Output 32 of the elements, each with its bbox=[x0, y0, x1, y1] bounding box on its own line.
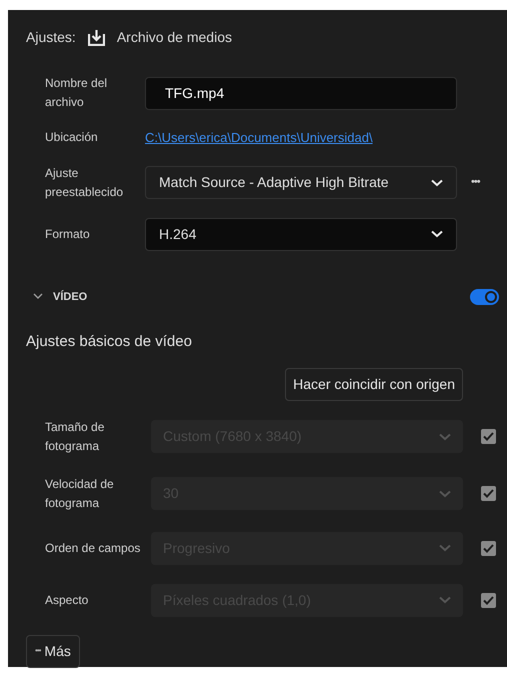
field-label: Velocidad de fotograma bbox=[45, 476, 115, 512]
chevron-down-icon bbox=[439, 544, 451, 552]
toggle-switch[interactable] bbox=[470, 288, 499, 305]
chevron-icon[interactable] bbox=[33, 293, 43, 300]
field-label: Tamaño de fotograma bbox=[45, 418, 106, 454]
checkmark-icon bbox=[483, 544, 494, 552]
checkmark-icon bbox=[483, 596, 494, 604]
section-title: VÍDEO bbox=[53, 289, 88, 304]
chevron-down-icon bbox=[431, 178, 443, 186]
field-label: Ajuste preestablecido bbox=[45, 164, 124, 200]
dropdown[interactable]: Match Source - Adaptive High Bitrate bbox=[145, 166, 457, 199]
field-label: Nombre del archivo bbox=[45, 75, 108, 111]
section-subtitle: Ajustes básicos de vídeo bbox=[25, 332, 193, 352]
checkmark-icon bbox=[483, 432, 494, 441]
more-button[interactable]: ••• Más bbox=[26, 634, 80, 668]
chevron-down-icon bbox=[439, 490, 451, 498]
chevron-down-icon bbox=[439, 432, 451, 440]
field-label: Formato bbox=[45, 226, 91, 242]
chevron-down-icon bbox=[431, 230, 443, 238]
more-options-button[interactable]: ••• bbox=[471, 174, 480, 191]
chevron-down-icon bbox=[439, 596, 451, 604]
download-icon bbox=[88, 29, 105, 46]
media-file-label: Archivo de medios bbox=[116, 28, 232, 47]
dropdown[interactable]: H.264 bbox=[145, 218, 457, 250]
field-label: Ubicación bbox=[45, 129, 99, 146]
field-label: Aspecto bbox=[45, 592, 90, 608]
field-label: Orden de campos bbox=[45, 540, 142, 556]
settings-title: Ajustes: bbox=[26, 28, 76, 47]
location-link[interactable]: C:\Users\erica\Documents\Universidad\ bbox=[145, 128, 373, 148]
match-source-button[interactable]: Hacer coincidir con origen bbox=[285, 368, 463, 400]
file-name-field[interactable]: TFG.mp4 bbox=[145, 76, 457, 110]
checkmark-icon bbox=[483, 489, 494, 498]
